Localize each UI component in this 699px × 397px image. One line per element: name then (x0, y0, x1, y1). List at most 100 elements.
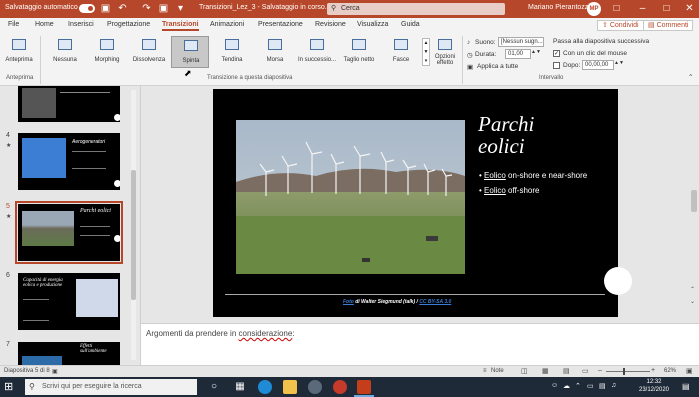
close-icon[interactable]: ✕ (683, 2, 696, 15)
gallery-scroll[interactable]: ▲ ▼ ▾ (422, 38, 430, 66)
thumbnail-slide-4[interactable]: Aerogeneratori (18, 133, 120, 190)
on-click-checkbox[interactable]: ✓ (553, 50, 560, 57)
notifications-icon[interactable]: ▤ (682, 382, 690, 391)
tab-transizioni[interactable]: Transizioni (162, 21, 199, 31)
thumbnail-scrollbar[interactable] (131, 90, 136, 360)
notes-pane[interactable]: Argomenti da prendere in considerazione: (141, 323, 699, 365)
edge-icon[interactable] (258, 380, 272, 394)
slideshow-icon[interactable]: ▭ (582, 367, 589, 375)
tab-revisione[interactable]: Revisione (315, 21, 346, 28)
fit-slide-icon[interactable]: ▣ (686, 367, 693, 375)
document-title: Transizioni_Lez_3 - Salvataggio in corso… (199, 4, 331, 11)
maximize-icon[interactable]: □ (660, 2, 673, 15)
transition-spinta[interactable]: Spinta (171, 36, 209, 68)
transition-taglio-netto[interactable]: Taglio netto (340, 36, 378, 68)
tab-progettazione[interactable]: Progettazione (107, 21, 150, 28)
bullet-link[interactable]: Eolico (484, 186, 506, 195)
notes-toggle[interactable]: Note (491, 368, 504, 374)
clock-time[interactable]: 12:32 (636, 379, 672, 385)
share-button[interactable]: ⇧ Condividi (597, 20, 644, 31)
next-slide-icon[interactable]: ⌄ (690, 298, 695, 305)
transition-morsa[interactable]: Morsa (256, 36, 294, 68)
duration-input[interactable]: 01,00 (505, 49, 531, 59)
avatar[interactable]: MP (587, 2, 601, 16)
tray-icon[interactable]: ☁ (563, 382, 570, 390)
after-spinner[interactable]: ▲▼ (614, 60, 624, 66)
scrollbar-thumb[interactable] (131, 170, 136, 300)
task-view-icon[interactable]: ▦ (233, 380, 247, 394)
transition-fasce[interactable]: Fasce (382, 36, 420, 68)
minimize-icon[interactable]: – (636, 2, 649, 15)
start-from-beginning-icon[interactable]: ▣ (157, 2, 170, 15)
zoom-in-icon[interactable]: + (651, 367, 655, 374)
comments-button[interactable]: ▤ Commenti (643, 20, 694, 31)
transition-morphing[interactable]: Morphing (88, 36, 126, 68)
share-label: Condividi (609, 22, 639, 29)
file-explorer-icon[interactable] (283, 380, 297, 394)
duration-spinner[interactable]: ▲▼ (531, 49, 541, 55)
thumbnail-slide-7[interactable]: Effetti sull'ambiente (18, 342, 120, 365)
effect-options-button[interactable]: Opzioni effetto (433, 36, 457, 68)
tab-file[interactable]: File (8, 21, 19, 28)
autosave-toggle[interactable] (79, 4, 95, 13)
redo-icon[interactable]: ↷ (140, 2, 153, 15)
thumbnail-slide-5[interactable]: Parchi eolici (15, 201, 123, 264)
transition-tendina[interactable]: Tendina (213, 36, 251, 68)
apply-all-button[interactable]: Applica a tutte (477, 63, 518, 70)
bullet-link[interactable]: Eolico (484, 171, 506, 180)
collapse-ribbon-icon[interactable]: ⌃ (688, 73, 693, 81)
slide-title: Parchi eolici (478, 113, 534, 157)
transition-successione[interactable]: In successio... (298, 36, 336, 68)
notes-icon[interactable]: ≡ (483, 368, 487, 374)
tab-guida[interactable]: Guida (401, 21, 420, 28)
clock-date[interactable]: 23/12/2020 (636, 387, 672, 393)
transition-nessuna[interactable]: Nessuna (46, 36, 84, 68)
tab-inserisci[interactable]: Inserisci (68, 21, 94, 28)
after-checkbox[interactable] (553, 62, 560, 69)
editor-scrollbar-thumb[interactable] (691, 190, 697, 212)
cortana-icon[interactable]: ○ (207, 380, 221, 394)
save-icon[interactable]: ▣ (99, 2, 112, 15)
zoom-slider-handle[interactable] (623, 368, 625, 375)
windows-start-icon[interactable]: ⊞ (4, 381, 16, 393)
tab-animazioni[interactable]: Animazioni (210, 21, 244, 28)
zoom-slider[interactable] (606, 371, 650, 372)
customize-toolbar-icon[interactable]: ▾ (174, 2, 187, 15)
zoom-level[interactable]: 62% (664, 368, 676, 374)
powerpoint-icon[interactable] (357, 380, 371, 394)
network-icon[interactable]: ▤ (599, 382, 606, 390)
transition-wipe-icon (225, 39, 239, 50)
transition-dissolvenza[interactable]: Dissolvenza (130, 36, 168, 68)
recorder-icon[interactable] (333, 380, 347, 394)
accessibility-icon[interactable]: ▣ (52, 368, 58, 375)
thumbnail-pane[interactable]: 4 ★ Aerogeneratori 5 ★ Parchi eolici 6 C… (0, 86, 140, 365)
sorter-view-icon[interactable]: ▦ (542, 367, 549, 375)
ribbon-display-icon[interactable]: □ (610, 2, 623, 15)
people-icon[interactable]: ☺ (551, 382, 558, 389)
thumbnail-slide-3[interactable] (18, 86, 120, 122)
zoom-out-icon[interactable]: – (598, 367, 602, 374)
undo-icon[interactable]: ↶ (116, 2, 129, 15)
sound-dropdown[interactable]: [Nessun sugn... (498, 37, 544, 47)
preview-label: Anteprima (5, 57, 33, 63)
current-slide[interactable]: Parchi eolici • Eolico on-shore e near-s… (213, 89, 632, 317)
thumbnail-text-line (80, 226, 110, 236)
tab-presentazione[interactable]: Presentazione (258, 21, 303, 28)
normal-view-icon[interactable]: ◫ (521, 367, 528, 375)
tab-home[interactable]: Home (35, 21, 54, 28)
volume-icon[interactable]: ♫ (611, 382, 616, 389)
taskbar-search[interactable]: ⚲ Scrivi qui per eseguire la ricerca (25, 379, 197, 395)
caption-link[interactable]: CC BY-SA 3.0 (419, 299, 451, 305)
tab-visualizza[interactable]: Visualizza (357, 21, 388, 28)
app-icon[interactable] (308, 380, 322, 394)
caption-link[interactable]: Foto (343, 299, 354, 305)
notes-suffix: : (292, 329, 295, 338)
preview-button[interactable]: Anteprima (0, 36, 38, 68)
prev-slide-icon[interactable]: ⌃ (690, 286, 695, 293)
reading-view-icon[interactable]: ▤ (563, 367, 570, 375)
thumbnail-slide-6[interactable]: Capacità di energia eolica e produzione (18, 273, 120, 330)
battery-icon[interactable]: ▭ (587, 382, 594, 390)
after-input[interactable]: 00,00,00 (582, 60, 614, 70)
search-box[interactable]: ⚲ Cerca (327, 3, 505, 15)
tray-chevron-icon[interactable]: ⌃ (575, 382, 581, 390)
